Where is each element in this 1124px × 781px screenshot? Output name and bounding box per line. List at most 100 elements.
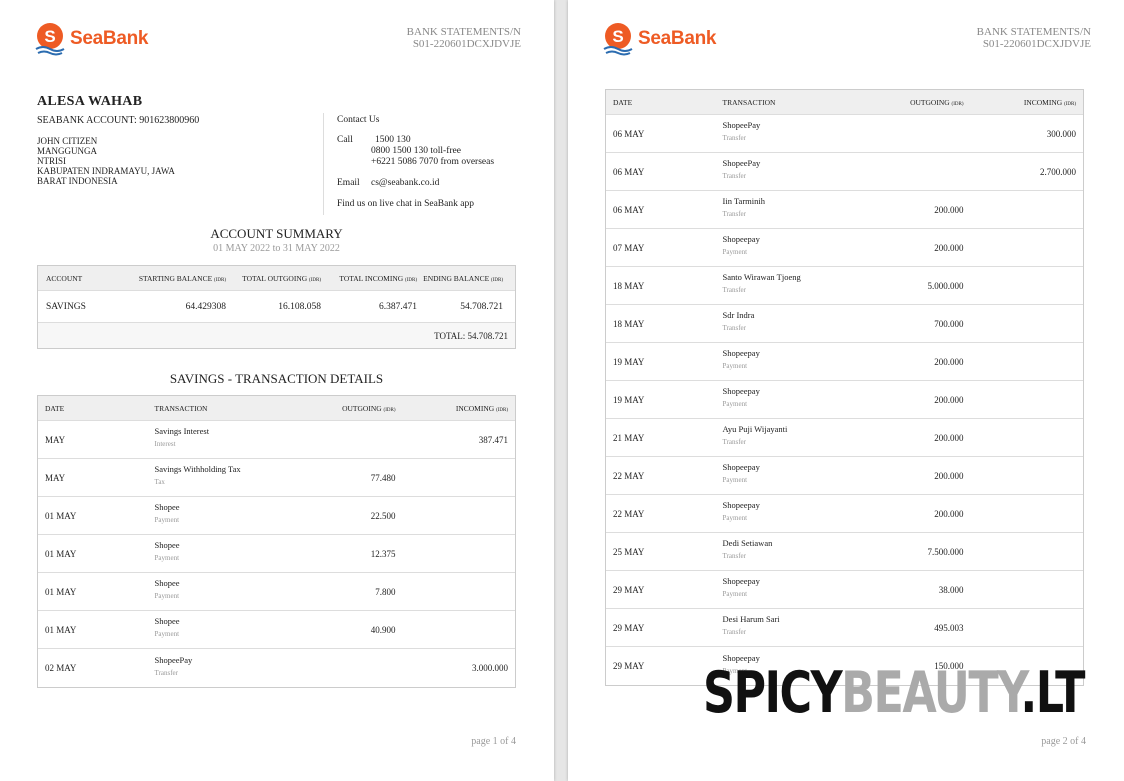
tx-date: 01 MAY [45,510,77,521]
header-account: ACCOUNT [46,273,83,283]
tx-transaction: Shopeepay Payment [722,462,869,485]
email-link[interactable]: cs@seabank.co.id [371,178,439,189]
call-line: 1500 130 [375,135,411,145]
transaction-rows: 06 MAY ShopeePay Transfer 300.000 06 MAY Shop… [606,115,1083,685]
tx-transaction: Desi Harum Sari Transfer [723,614,869,637]
header-outgoing: OUTGOING (IDR) [910,97,964,107]
seabank-logo: S SeaBank [601,22,716,56]
tx-outgoing: 7.500.000 [927,546,964,557]
table-row: 29 MAY Desi Harum Sari Transfer 495.003 [606,609,1083,647]
tx-type: Payment [722,476,748,484]
tx-description: Shopeepay [722,500,760,510]
tx-date: 22 MAY [613,508,645,519]
table-row: 25 MAY Dedi Setiawan Transfer 7.500.000 [606,533,1083,571]
tx-transaction: Shopeepay Payment [723,386,869,409]
tx-outgoing: 200.000 [934,242,964,253]
tx-date: 18 MAY [613,280,645,291]
tx-date: MAY [45,472,66,483]
tx-date: 19 MAY [613,394,645,405]
tx-description: Dedi Setiawan [722,538,773,548]
tx-description: Shopeepay [722,234,760,244]
tx-date: 18 MAY [613,318,645,329]
tx-date: 25 MAY [613,546,645,557]
transaction-table-page-1: DATE TRANSACTION OUTGOING (IDR) INCOMING… [37,395,516,688]
tx-type: Payment [154,592,180,600]
details-title: SAVINGS - TRANSACTION DETAILS [169,371,384,386]
tx-outgoing: 200.000 [934,204,964,215]
table-row: 21 MAY Ayu Puji Wijayanti Transfer 200.000 [606,419,1083,457]
brand-name: SeaBank [70,28,149,49]
tx-date: 06 MAY [613,166,645,177]
header-outgoing: OUTGOING (IDR) [342,403,396,413]
transaction-rows: MAY Savings Interest Interest 387.471 MAY Sav… [38,421,515,687]
tx-description: Shopeepay [722,576,760,586]
tx-description: Sdr Indra [722,310,755,320]
tx-description: Shopee [154,540,180,550]
tx-date: 21 MAY [613,432,645,443]
tx-outgoing: 200.000 [934,432,964,443]
tx-type: Transfer [154,668,178,677]
customer-address: JOHN CITIZEN MANGGUNGA NTRISI KABUPATEN … [37,136,187,186]
tx-transaction: Shopeepay Payment [723,234,869,257]
tx-transaction: Sdr Indra Transfer [723,310,869,333]
call-label: Call [337,135,353,145]
header-transaction: TRANSACTION [722,97,776,107]
svg-text:S: S [44,27,55,46]
tx-date: 07 MAY [613,242,645,253]
account-number: SEABANK ACCOUNT: 901623800960 [37,115,200,126]
tx-outgoing: 200.000 [934,470,964,481]
call-line: 0800 1500 130 toll-free [371,146,461,156]
tx-transaction: Savings Withholding Tax Tax [154,464,301,487]
tx-type: Payment [154,516,180,524]
tx-type: Payment [722,590,748,598]
tx-description: Desi Harum Sari [722,614,780,624]
svg-text:S: S [612,27,623,46]
tx-date: 01 MAY [45,624,77,635]
tx-date: 01 MAY [45,586,77,597]
tx-type: Transfer [722,172,746,180]
tx-outgoing: 495.003 [934,622,964,633]
transaction-table-page-2: DATE TRANSACTION OUTGOING (IDR) INCOMING… [605,89,1084,686]
tx-description: Savings Withholding Tax [154,464,241,474]
header-date: DATE [45,403,65,413]
tx-date: 29 MAY [613,584,645,595]
summary-outgoing: 16.108.058 [278,301,321,312]
contact-title: Contact Us [337,115,380,125]
watermark-part: .LT [1020,660,1085,726]
header-date: DATE [613,97,633,107]
tx-description: Santo Wirawan Tjoeng [722,272,801,282]
tx-type: Tax [154,478,165,486]
page-number: page 1 of 4 [471,736,516,747]
address-line: NTRISI [37,156,66,166]
address-line: JOHN CITIZEN [37,136,98,146]
tx-description: Shopee [154,578,180,588]
transaction-header-row: DATE TRANSACTION OUTGOING (IDR) INCOMING… [606,90,1083,115]
summary-total: TOTAL: 54.708.721 [38,323,515,348]
table-row: 19 MAY Shopeepay Payment 200.000 [606,343,1083,381]
transaction-header-row: DATE TRANSACTION OUTGOING (IDR) INCOMING… [38,396,515,421]
tx-type: Transfer [722,286,746,294]
tx-description: Shopee [154,616,180,626]
table-row: 22 MAY Shopeepay Payment 200.000 [606,457,1083,495]
tx-type: Transfer [722,552,746,560]
contact-box: Contact Us Call 1500 130 0800 1500 130 t… [323,113,523,215]
header-ending: ENDING BALANCE (IDR) [423,273,503,283]
table-row: 01 MAY Shopee Payment 12.375 [38,535,515,573]
tx-transaction: Shopeepay Payment [723,348,869,371]
email-label: Email [337,178,360,188]
tx-description: Shopeepay [722,386,760,396]
tx-description: Savings Interest [154,426,210,436]
tx-description: Shopeepay [722,462,760,472]
table-row: 06 MAY ShopeePay Transfer 2.700.000 [606,153,1083,191]
tx-description: Ayu Puji Wijayanti [722,424,788,434]
tx-outgoing: 38.000 [938,584,964,595]
table-row: 01 MAY Shopee Payment 22.500 [38,497,515,535]
tx-transaction: Santo Wirawan Tjoeng Transfer [722,272,869,295]
table-row: 19 MAY Shopeepay Payment 200.000 [606,381,1083,419]
table-row: 18 MAY Sdr Indra Transfer 700.000 [606,305,1083,343]
table-row: 01 MAY Shopee Payment 7.800 [38,573,515,611]
header-incoming: INCOMING (IDR) [455,403,509,413]
seabank-logo: S SeaBank [33,22,148,56]
tx-outgoing: 200.000 [934,508,964,519]
summary-period: 01 MAY 2022 to 31 MAY 2022 [213,243,340,254]
